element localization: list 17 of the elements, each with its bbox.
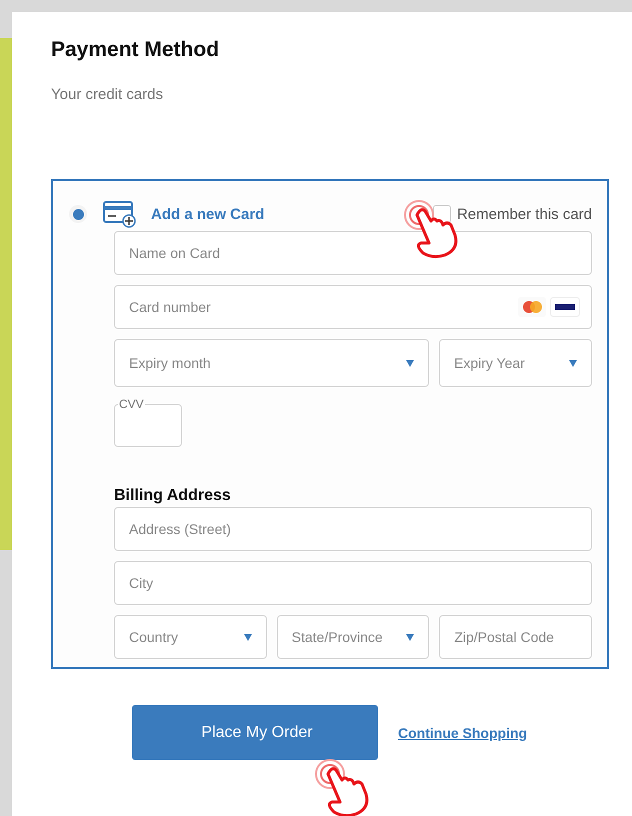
remember-label: Remember this card <box>456 206 592 222</box>
address-field[interactable]: City <box>114 561 592 605</box>
continue-shopping-link[interactable]: Continue Shopping <box>398 724 528 740</box>
section-subtitle: Your credit cards <box>51 86 164 103</box>
expiry-select[interactable]: Expiry month <box>114 339 429 387</box>
billing-heading: Billing Address <box>114 487 232 505</box>
page-title: Payment Method <box>51 38 220 62</box>
place-order-button[interactable]: Place My Order <box>132 705 378 760</box>
add-card-label: Add a new Card <box>151 206 264 222</box>
card-number-field[interactable]: Card number <box>114 285 592 329</box>
name-field[interactable]: Name on Card <box>114 231 592 275</box>
zip-field[interactable]: Zip/Postal Code <box>439 615 592 659</box>
address-field[interactable]: Address (Street) <box>114 507 592 551</box>
dropdown-select[interactable]: State/Province <box>276 615 430 659</box>
expiry-select[interactable]: Expiry Year <box>439 339 592 387</box>
cvv-field[interactable]: CVV <box>114 397 182 447</box>
dropdown-select[interactable]: Country <box>114 615 267 659</box>
